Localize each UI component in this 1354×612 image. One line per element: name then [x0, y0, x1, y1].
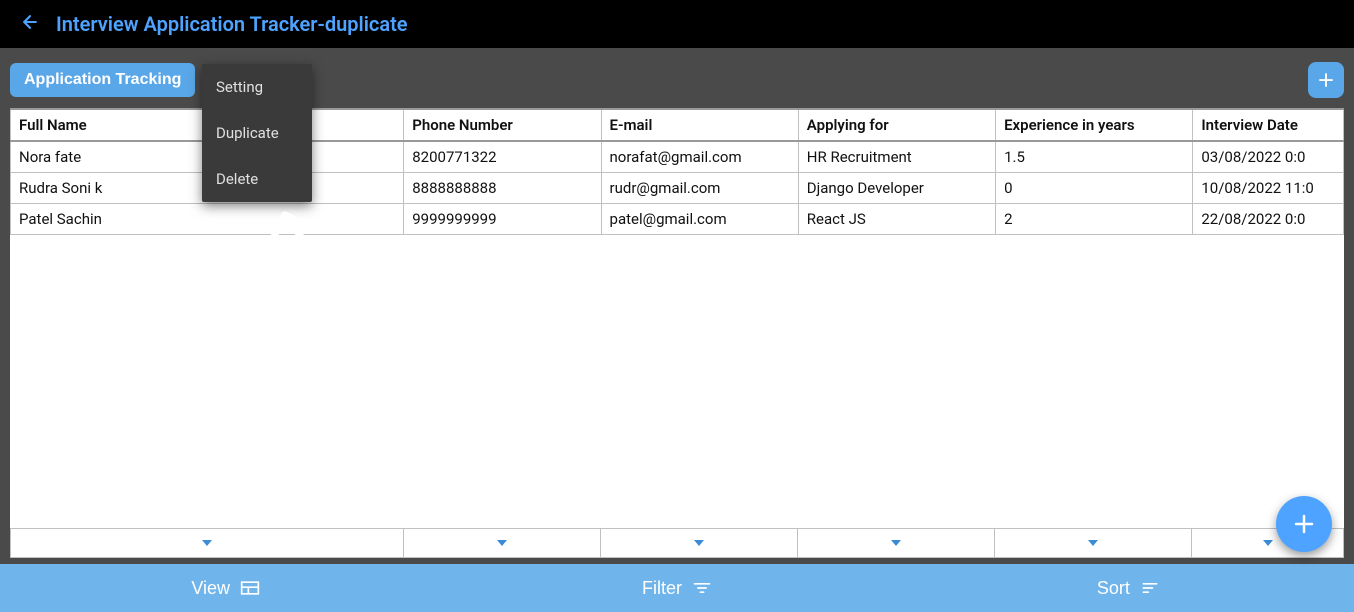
table-cell[interactable]: Patel Sachin — [11, 204, 404, 235]
col-header-experience[interactable]: Experience in years — [996, 109, 1193, 141]
table-cell[interactable]: norafat@gmail.com — [601, 141, 798, 173]
col-header-email[interactable]: E-mail — [601, 109, 798, 141]
table-cell[interactable]: HR Recruitment — [798, 141, 995, 173]
filter-button[interactable]: Filter — [451, 564, 902, 612]
table-cell[interactable]: Django Developer — [798, 173, 995, 204]
table-cell[interactable]: 22/08/2022 0:0 — [1193, 204, 1344, 235]
menu-item-duplicate[interactable]: Duplicate — [202, 110, 312, 156]
table-cell[interactable]: patel@gmail.com — [601, 204, 798, 235]
chevron-down-icon — [694, 540, 704, 546]
filter-icon — [692, 580, 712, 596]
column-filter[interactable] — [798, 529, 995, 557]
back-button[interactable] — [10, 6, 50, 43]
add-sheet-button[interactable] — [1308, 62, 1344, 98]
bottom-toolbar: View Filter Sort — [0, 564, 1354, 612]
view-label: View — [191, 578, 230, 599]
chevron-down-icon — [891, 540, 901, 546]
view-button[interactable]: View — [0, 564, 451, 612]
column-filter[interactable] — [995, 529, 1192, 557]
sort-icon — [1140, 580, 1160, 596]
filter-label: Filter — [642, 578, 682, 599]
table-cell[interactable]: React JS — [798, 204, 995, 235]
context-menu: Setting Duplicate Delete — [202, 64, 312, 202]
col-header-interviewdate[interactable]: Interview Date — [1193, 109, 1344, 141]
table-cell[interactable]: 10/08/2022 11:0 — [1193, 173, 1344, 204]
filter-row — [10, 528, 1344, 558]
menu-item-setting[interactable]: Setting — [202, 64, 312, 110]
plus-icon — [1292, 512, 1316, 536]
column-filter[interactable] — [601, 529, 798, 557]
add-row-fab[interactable] — [1276, 496, 1332, 552]
tab-application-tracking[interactable]: Application Tracking — [10, 63, 195, 97]
chevron-down-icon — [1088, 540, 1098, 546]
column-filter[interactable] — [404, 529, 601, 557]
top-bar: Interview Application Tracker-duplicate — [0, 0, 1354, 48]
plus-icon — [1317, 71, 1335, 89]
table-cell[interactable]: 8200771322 — [404, 141, 601, 173]
column-filter[interactable] — [11, 529, 404, 557]
page-title: Interview Application Tracker-duplicate — [56, 12, 408, 36]
table-cell[interactable]: 9999999999 — [404, 204, 601, 235]
col-header-applyingfor[interactable]: Applying for — [798, 109, 995, 141]
chevron-down-icon — [497, 540, 507, 546]
table-cell[interactable]: 8888888888 — [404, 173, 601, 204]
chevron-down-icon — [202, 540, 212, 546]
table-row[interactable]: Patel Sachin9999999999patel@gmail.comRea… — [11, 204, 1344, 235]
table-cell[interactable]: 2 — [996, 204, 1193, 235]
table-cell[interactable]: rudr@gmail.com — [601, 173, 798, 204]
table-cell[interactable]: 0 — [996, 173, 1193, 204]
table-cell[interactable]: 03/08/2022 0:0 — [1193, 141, 1344, 173]
table-cell[interactable]: 1.5 — [996, 141, 1193, 173]
view-icon — [240, 580, 260, 596]
sort-label: Sort — [1097, 578, 1130, 599]
sort-button[interactable]: Sort — [903, 564, 1354, 612]
chevron-down-icon — [1263, 540, 1273, 546]
col-header-phone[interactable]: Phone Number — [404, 109, 601, 141]
menu-item-delete[interactable]: Delete — [202, 156, 312, 202]
